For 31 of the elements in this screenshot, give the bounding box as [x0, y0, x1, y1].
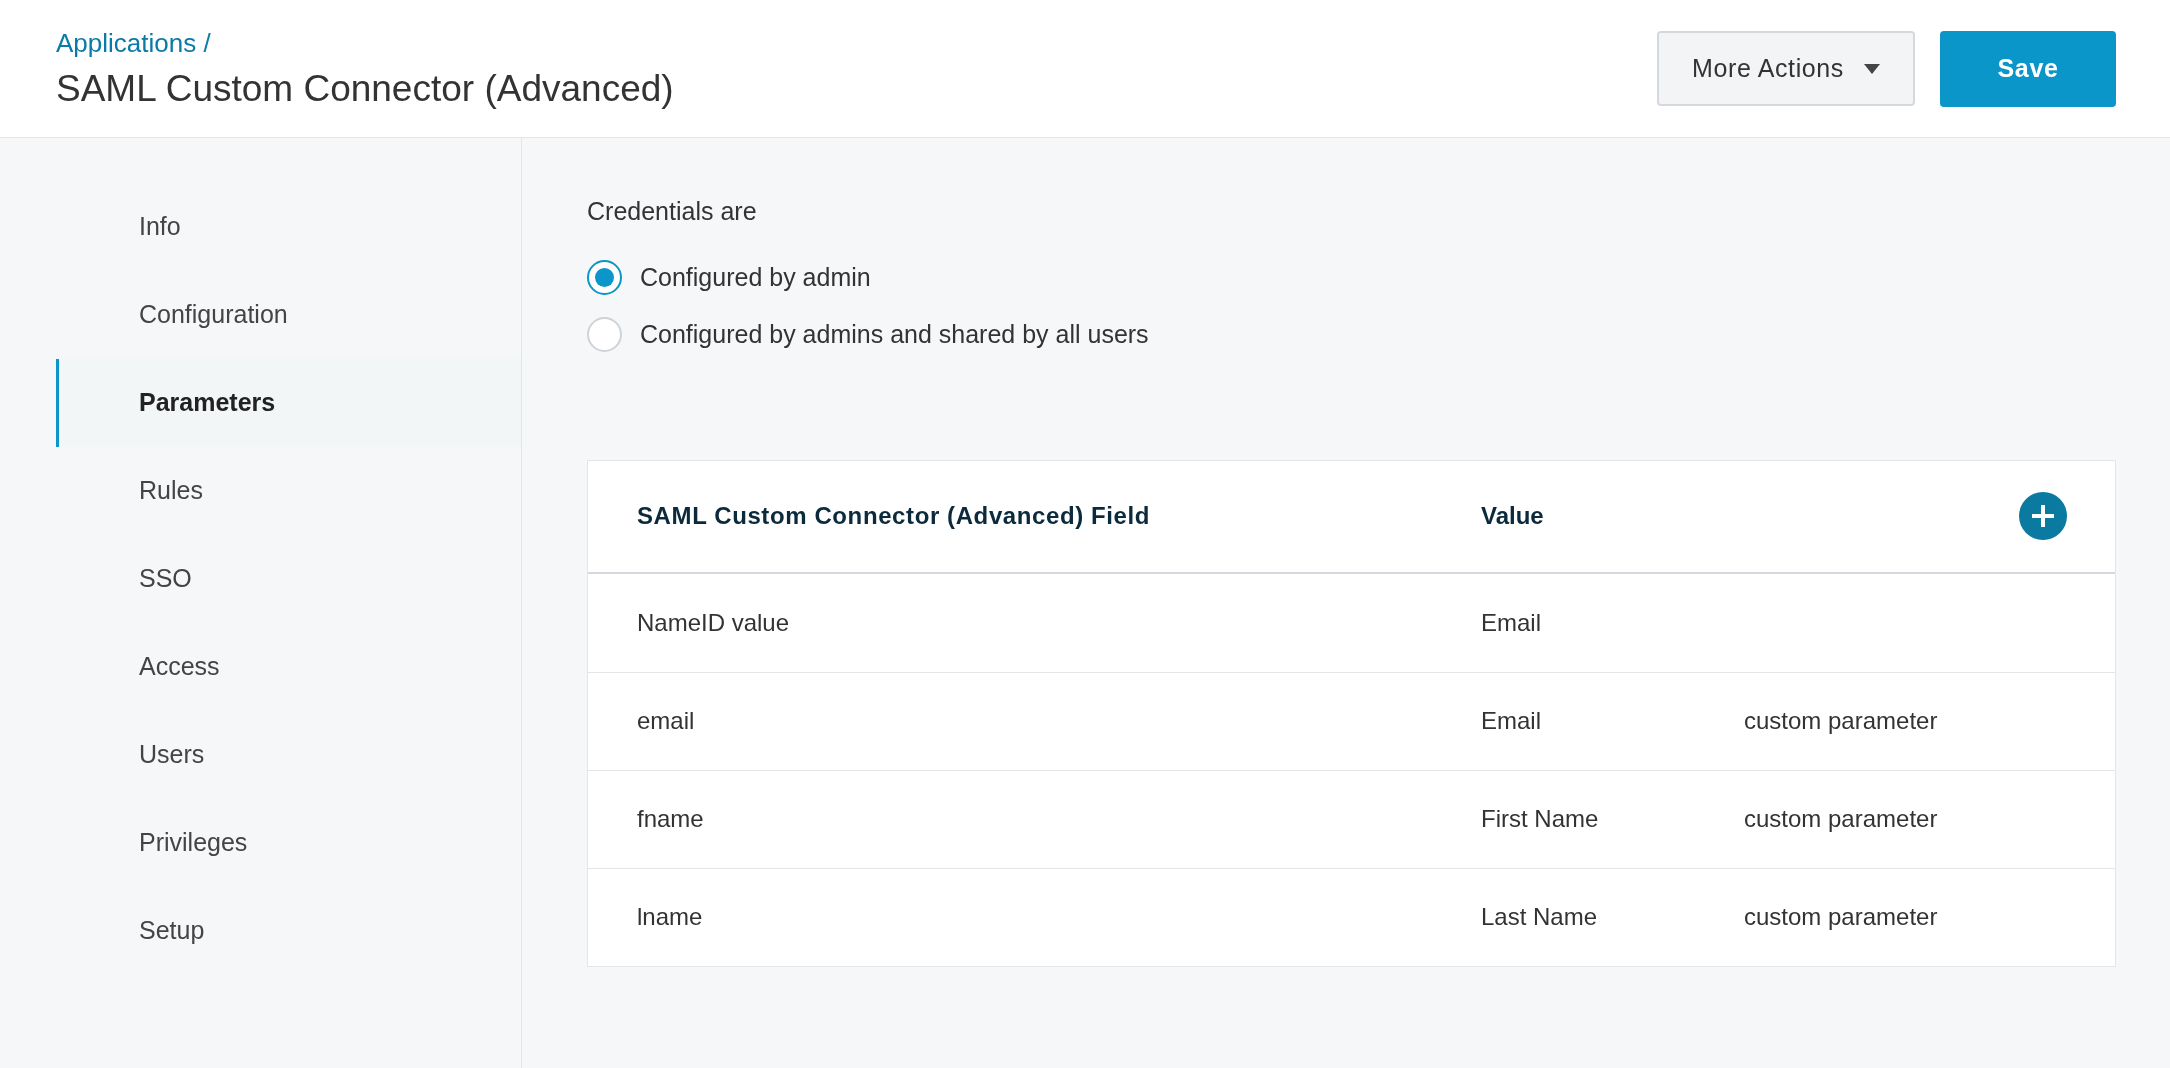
table-cell-text: First Name: [1481, 804, 1600, 834]
page-title: SAML Custom Connector (Advanced): [56, 70, 674, 107]
credentials-label: Credentials are: [587, 196, 758, 227]
table-cell-text: lname: [637, 902, 704, 932]
add-icon[interactable]: [2019, 492, 2067, 540]
column-header: SAML Custom Connector (Advanced) Field: [637, 501, 1152, 531]
sidebar-item[interactable]: Access: [56, 623, 521, 711]
table-cell-text: Email: [1481, 607, 1542, 638]
more-actions-button[interactable]: More Actions: [1657, 31, 1915, 106]
table-cell-text: NameID value: [637, 607, 791, 638]
sidebar-item[interactable]: SSO: [56, 535, 521, 623]
radio-button[interactable]: [587, 259, 622, 295]
table-cell-text: Email: [1481, 706, 1542, 736]
sidebar-item[interactable]: Info: [56, 183, 521, 271]
table-cell-text: custom parameter: [1744, 706, 1938, 736]
table-cell-text: fname: [637, 804, 705, 834]
sidebar-item[interactable]: Configuration: [56, 271, 521, 359]
table-cell-text: email: [637, 706, 696, 736]
caret-icon: [1864, 63, 1880, 74]
table-cell-text: custom parameter: [1744, 902, 1938, 932]
table-cell-text: custom parameter: [1744, 804, 1938, 834]
sidebar-item[interactable]: Rules: [56, 447, 521, 535]
radio-button[interactable]: [587, 317, 622, 353]
sidebar-item[interactable]: Setup: [56, 887, 521, 975]
radio-label: Configured by admin: [640, 261, 871, 293]
sidebar-item[interactable]: Users: [56, 711, 521, 799]
sidebar-item[interactable]: Privileges: [56, 799, 521, 887]
table-cell-text: Last Name: [1481, 902, 1599, 932]
radio-label: Configured by admins and shared by all users: [640, 319, 1149, 350]
column-header: Value: [1481, 501, 1545, 531]
breadcrumb-link[interactable]: Applications /: [56, 30, 674, 56]
